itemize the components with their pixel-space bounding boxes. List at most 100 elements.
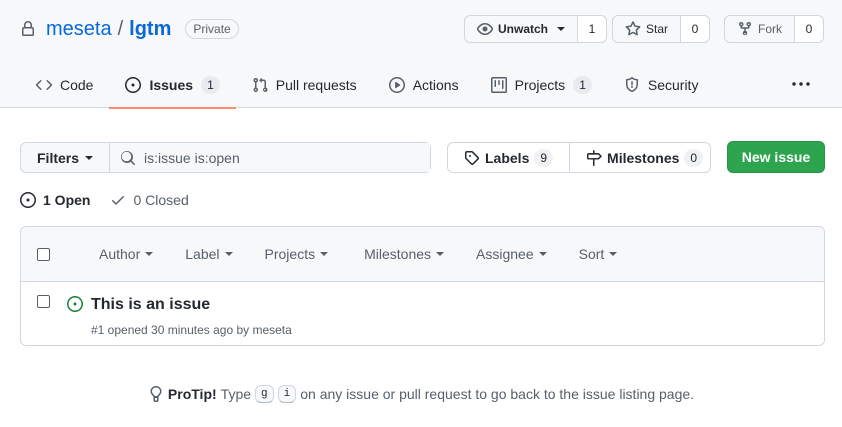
project-icon [490,77,507,93]
chevron-down-icon [436,252,445,256]
filters-dropdown-button[interactable]: Filters [21,143,111,172]
issue-title-link[interactable]: This is an issue [91,296,210,314]
play-icon [388,77,405,93]
dropdown-label: Projects [264,246,316,262]
repo-owner-link[interactable]: meseta [46,18,112,41]
dropdown-label: Author [99,246,141,262]
light-bulb-icon [148,386,164,402]
labels-counter: 9 [534,148,554,167]
search-icon [120,150,136,166]
git-pull-request-icon [252,77,268,93]
dropdown-label: Assignee [476,246,534,262]
chevron-down-icon [609,252,618,256]
forks-count[interactable]: 0 [795,16,823,42]
chevron-down-icon [320,252,329,256]
repo-forked-icon [737,21,753,37]
issue-select-checkbox[interactable] [37,295,50,308]
filters-label: Filters [37,149,80,166]
more-options-icon[interactable] [792,76,810,92]
lock-icon [20,21,36,37]
milestones-label: Milestones [607,149,680,166]
stars-count[interactable]: 0 [681,16,710,42]
protip-key-i: i [277,385,297,403]
issue-state-toggle: 1 Open 0 Closed [20,190,189,210]
issue-opened-icon [125,77,142,93]
assignee-filter-dropdown[interactable]: Assignee [460,246,563,262]
visibility-badge: Private [185,19,239,39]
repo-separator: / [117,17,124,40]
protip: ProTip! Type g i on any issue or pull re… [0,383,842,405]
milestones-counter: 0 [684,148,704,167]
protip-text-before: Type [220,386,252,402]
star-icon [625,21,641,37]
dropdown-label: Milestones [364,246,432,262]
check-icon [110,192,126,208]
tab-actions[interactable]: Actions [373,62,475,108]
issue-opened-icon [67,296,83,312]
watch-button-group: Unwatch 1 [464,15,608,43]
projects-counter: 1 [573,76,592,94]
issue-opened-icon [20,192,36,208]
repo-name-link[interactable]: lgtm [129,18,171,41]
issues-counter: 1 [201,76,220,94]
fork-label: Fork [758,22,782,36]
tab-label: Actions [412,77,459,93]
closed-count-label: 0 Closed [133,192,189,208]
tab-label: Issues [149,77,194,93]
filter-bar: Filters [20,142,431,173]
labels-milestones-group: Labels 9 Milestones 0 [447,142,711,173]
issue-list: Author Label Projects Milestones Assigne… [20,226,825,346]
sort-dropdown[interactable]: Sort [563,246,634,262]
tab-label: Projects [514,77,566,93]
milestones-filter-dropdown[interactable]: Milestones [344,246,460,262]
unwatch-label: Unwatch [498,22,549,36]
milestone-icon [586,149,602,166]
issue-search-input[interactable] [144,149,425,166]
watchers-count[interactable]: 1 [578,16,607,42]
open-count-label: 1 Open [43,192,91,208]
search-wrapper [110,143,430,172]
new-issue-button[interactable]: New issue [727,141,825,173]
tab-label: Pull requests [275,77,357,93]
dropdown-label: Sort [578,246,605,262]
issue-list-header: Author Label Projects Milestones Assigne… [21,227,824,282]
repo-nav-tabs: Code Issues 1 Pull requests Actions Proj… [20,62,715,109]
issue-list-filters: Author Label Projects Milestones Assigne… [83,227,633,281]
label-filter-dropdown[interactable]: Label [169,246,248,262]
tag-icon [464,150,480,166]
projects-filter-dropdown[interactable]: Projects [249,246,345,262]
fork-button-group: Fork 0 [724,15,824,43]
star-button-group: Star 0 [612,15,711,43]
table-row: This is an issue #1 opened 30 minutes ag… [21,282,824,345]
tab-label: Code [60,77,94,93]
tab-security[interactable]: Security [608,62,715,108]
chevron-down-icon [85,155,94,160]
tab-code[interactable]: Code [20,62,109,108]
protip-key-g: g [255,385,274,403]
chevron-down-icon [538,252,547,256]
repo-title: meseta / lgtm Private [20,16,239,42]
star-label: Star [646,22,669,36]
star-button[interactable]: Star [613,16,682,42]
protip-text-after: on any issue or pull request to go back … [300,386,695,402]
select-all-checkbox[interactable] [37,247,50,261]
milestones-button[interactable]: Milestones 0 [569,143,719,172]
fork-button[interactable]: Fork [725,16,795,42]
labels-button[interactable]: Labels 9 [448,143,569,172]
dropdown-label: Label [185,246,220,262]
chevron-down-icon [557,27,566,31]
unwatch-button[interactable]: Unwatch [465,16,579,42]
chevron-down-icon [145,252,154,256]
chevron-down-icon [224,252,233,256]
open-issues-link[interactable]: 1 Open [20,192,90,208]
code-icon [36,77,52,93]
tab-issues[interactable]: Issues 1 [109,62,237,109]
closed-issues-link[interactable]: 0 Closed [110,192,189,208]
eye-icon [477,21,493,37]
tab-pull-requests[interactable]: Pull requests [236,62,373,108]
issue-meta: #1 opened 30 minutes ago by meseta [91,323,292,337]
tab-projects[interactable]: Projects 1 [475,62,608,108]
tab-label: Security [647,77,699,93]
shield-icon [624,77,640,93]
author-filter-dropdown[interactable]: Author [83,246,169,262]
